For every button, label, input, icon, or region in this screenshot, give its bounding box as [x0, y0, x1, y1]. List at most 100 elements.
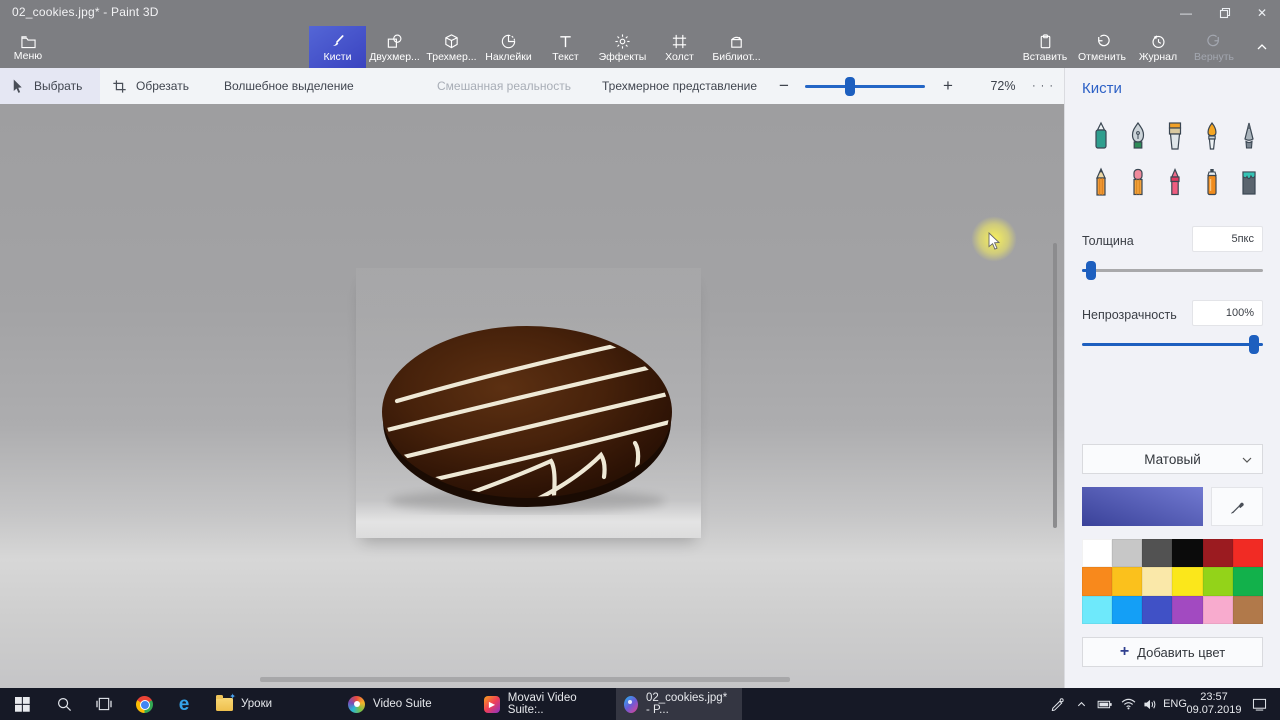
- pen-icon: [1050, 697, 1064, 711]
- material-dropdown[interactable]: Матовый: [1082, 444, 1263, 474]
- palette-swatch[interactable]: [1203, 567, 1233, 595]
- zoom-level[interactable]: 72%: [982, 68, 1024, 104]
- zoom-slider-track[interactable]: [805, 85, 925, 88]
- add-color-button[interactable]: + Добавить цвет: [1082, 637, 1263, 667]
- minimize-button[interactable]: —: [1165, 0, 1207, 26]
- action-center-button[interactable]: [1244, 688, 1274, 720]
- magic-select-tool[interactable]: Волшебное выделение: [205, 68, 363, 104]
- volume-indicator[interactable]: [1138, 688, 1162, 720]
- battery-indicator[interactable]: [1092, 688, 1118, 720]
- collapse-ribbon-button[interactable]: [1248, 26, 1276, 68]
- brush-spray-can[interactable]: [1197, 165, 1227, 197]
- crayon-icon: [1162, 167, 1188, 197]
- tab-text[interactable]: Текст: [537, 26, 594, 68]
- task-view-button[interactable]: [84, 688, 124, 720]
- palette-swatch[interactable]: [1112, 596, 1142, 624]
- zoom-out-button[interactable]: −: [772, 68, 796, 104]
- 3d-view-tool[interactable]: Трехмерное представление: [583, 68, 761, 104]
- close-button[interactable]: ✕: [1241, 0, 1280, 26]
- start-button[interactable]: [0, 688, 44, 720]
- tray-expand-button[interactable]: [1070, 688, 1092, 720]
- taskbar-item-folder[interactable]: Уроки: [208, 688, 298, 720]
- brush-pixel-pen[interactable]: [1234, 119, 1264, 151]
- palette-swatch[interactable]: [1233, 539, 1263, 567]
- oil-brush-icon: [1199, 121, 1225, 151]
- brush-pencil[interactable]: [1086, 165, 1116, 197]
- palette-swatch[interactable]: [1112, 567, 1142, 595]
- restore-button[interactable]: [1204, 0, 1246, 26]
- brush-crayon[interactable]: [1160, 165, 1190, 197]
- undo-button[interactable]: Отменить: [1074, 26, 1130, 68]
- opacity-slider-track[interactable]: [1082, 343, 1263, 346]
- palette-swatch[interactable]: [1172, 596, 1202, 624]
- eyedropper-button[interactable]: [1211, 487, 1263, 526]
- chevron-up-icon: [1076, 699, 1087, 710]
- thickness-slider-track[interactable]: [1082, 269, 1263, 272]
- thickness-input[interactable]: 5пкс: [1192, 226, 1263, 252]
- brush-calligraphy-pen[interactable]: [1123, 119, 1153, 151]
- tab-2d-shapes[interactable]: Двухмер...: [366, 26, 423, 68]
- edge-taskbar-button[interactable]: e: [164, 688, 204, 720]
- brush-fill-bucket[interactable]: [1234, 165, 1264, 197]
- vertical-scrollbar[interactable]: [1053, 243, 1057, 528]
- horizontal-scrollbar[interactable]: [260, 677, 790, 682]
- redo-button[interactable]: Вернуть: [1188, 26, 1240, 68]
- tab-3d-shapes[interactable]: Трехмер...: [423, 26, 480, 68]
- more-options-button[interactable]: · · ·: [1028, 68, 1058, 104]
- mixed-reality-tool[interactable]: Смешанная реальность: [418, 68, 578, 104]
- opacity-slider-thumb[interactable]: [1249, 335, 1259, 354]
- palette-swatch[interactable]: [1142, 596, 1172, 624]
- video-suite-icon: [348, 696, 365, 713]
- tab-brushes[interactable]: Кисти: [309, 26, 366, 68]
- palette-swatch[interactable]: [1082, 539, 1112, 567]
- palette-swatch[interactable]: [1172, 567, 1202, 595]
- history-button[interactable]: Журнал: [1132, 26, 1184, 68]
- paint3d-window: 02_cookies.jpg* - Paint 3D — ✕ Меню Кист…: [0, 0, 1280, 720]
- crop-tool[interactable]: Обрезать: [102, 68, 200, 104]
- palette-swatch[interactable]: [1112, 539, 1142, 567]
- brush-marker[interactable]: [1086, 119, 1116, 151]
- tab-stickers[interactable]: Наклейки: [480, 26, 537, 68]
- thickness-slider-thumb[interactable]: [1086, 261, 1096, 280]
- search-button[interactable]: [44, 688, 84, 720]
- palette-swatch[interactable]: [1233, 567, 1263, 595]
- palette-swatch[interactable]: [1142, 539, 1172, 567]
- taskbar-item-paint3d[interactable]: 02_cookies.jpg* - P...: [616, 688, 742, 720]
- taskbar-item-movavi[interactable]: ▶ Movavi Video Suite:..: [476, 688, 616, 720]
- select-tool[interactable]: Выбрать: [0, 68, 100, 104]
- titlebar: 02_cookies.jpg* - Paint 3D — ✕: [0, 0, 1280, 26]
- tab-effects[interactable]: Эффекты: [594, 26, 651, 68]
- taskbar-item-video-suite[interactable]: Video Suite: [340, 688, 444, 720]
- tab-canvas[interactable]: Холст: [651, 26, 708, 68]
- menu-button[interactable]: Меню: [6, 26, 50, 68]
- search-icon: [57, 697, 72, 712]
- brush-oil-brush[interactable]: [1197, 119, 1227, 151]
- pencil-icon: [1088, 167, 1114, 197]
- cube-3d-icon: [443, 33, 460, 50]
- wifi-indicator[interactable]: [1116, 688, 1140, 720]
- chrome-taskbar-button[interactable]: [124, 688, 164, 720]
- date: 09.07.2019: [1186, 704, 1241, 717]
- zoom-in-button[interactable]: +: [936, 68, 960, 104]
- ink-workspace-button[interactable]: [1044, 688, 1070, 720]
- brush-flat-brush[interactable]: [1160, 119, 1190, 151]
- palette-swatch[interactable]: [1203, 539, 1233, 567]
- brush-eraser[interactable]: [1123, 165, 1153, 197]
- paste-button[interactable]: Вставить: [1018, 26, 1072, 68]
- tab-library[interactable]: Библиот...: [708, 26, 765, 68]
- color-palette: [1082, 539, 1263, 624]
- opacity-input[interactable]: 100%: [1192, 300, 1263, 326]
- palette-swatch[interactable]: [1233, 596, 1263, 624]
- current-color-swatch[interactable]: [1082, 487, 1203, 526]
- history-clock-icon: [1150, 33, 1167, 50]
- clock[interactable]: 23:57 09.07.2019: [1186, 688, 1242, 720]
- palette-swatch[interactable]: [1082, 567, 1112, 595]
- taskbar: e Уроки Video Suite ▶ Movavi Video Suite…: [0, 688, 1280, 720]
- palette-swatch[interactable]: [1172, 539, 1202, 567]
- pixel-pen-icon: [1236, 121, 1262, 151]
- zoom-slider-thumb[interactable]: [845, 77, 855, 96]
- palette-swatch[interactable]: [1142, 567, 1172, 595]
- palette-swatch[interactable]: [1082, 596, 1112, 624]
- palette-swatch[interactable]: [1203, 596, 1233, 624]
- folder-icon: [216, 698, 233, 711]
